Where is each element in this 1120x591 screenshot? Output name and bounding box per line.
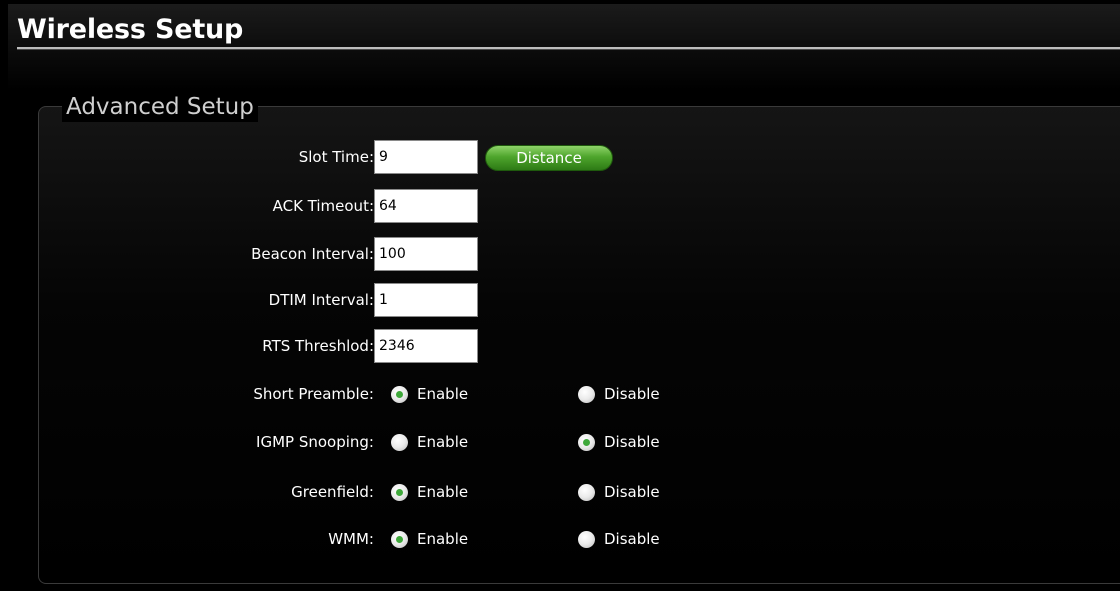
igmp-snooping-row: IGMP Snooping: Enable Disable	[4, 425, 1120, 459]
greenfield-disable-option[interactable]: Disable	[578, 475, 660, 509]
page-title: Wireless Setup	[17, 14, 244, 45]
greenfield-row: Greenfield: Enable Disable	[4, 475, 1120, 509]
short-preamble-label: Short Preamble:	[253, 385, 374, 403]
rts-threshold-row: RTS Threshlod:	[4, 329, 1120, 363]
igmp-snooping-label: IGMP Snooping:	[256, 433, 374, 451]
distance-button[interactable]: Distance	[485, 145, 613, 171]
wmm-label: WMM:	[328, 530, 374, 548]
greenfield-disable-label: Disable	[604, 483, 660, 501]
beacon-interval-row: Beacon Interval:	[4, 237, 1120, 271]
ack-timeout-input[interactable]	[374, 189, 478, 223]
short-preamble-enable-radio[interactable]	[391, 385, 408, 403]
igmp-snooping-enable-label: Enable	[417, 433, 469, 451]
wmm-disable-radio[interactable]	[578, 530, 595, 548]
igmp-snooping-disable-radio[interactable]	[578, 433, 595, 451]
page-container: Wireless Setup Advanced Setup Slot Time:…	[4, 4, 1120, 591]
dtim-interval-input[interactable]	[374, 283, 478, 317]
ack-timeout-row: ACK Timeout:	[4, 189, 1120, 223]
slot-time-row: Slot Time: Distance	[4, 140, 1120, 174]
dtim-interval-label: DTIM Interval:	[268, 291, 374, 309]
short-preamble-disable-radio[interactable]	[578, 385, 595, 403]
wmm-enable-label: Enable	[417, 530, 469, 548]
wmm-enable-option[interactable]: Enable	[391, 522, 468, 556]
dtim-interval-row: DTIM Interval:	[4, 283, 1120, 317]
title-divider-shadow	[17, 49, 1120, 50]
slot-time-label: Slot Time:	[298, 148, 374, 166]
advanced-setup-legend: Advanced Setup	[62, 92, 258, 122]
igmp-snooping-enable-radio[interactable]	[391, 433, 408, 451]
beacon-interval-label: Beacon Interval:	[251, 245, 374, 263]
greenfield-label: Greenfield:	[291, 483, 374, 501]
short-preamble-row: Short Preamble: Enable Disable	[4, 377, 1120, 411]
greenfield-enable-option[interactable]: Enable	[391, 475, 468, 509]
wmm-enable-radio[interactable]	[391, 530, 408, 548]
ack-timeout-label: ACK Timeout:	[272, 197, 374, 215]
wmm-row: WMM: Enable Disable	[4, 522, 1120, 556]
short-preamble-disable-label: Disable	[604, 385, 660, 403]
rts-threshold-label: RTS Threshlod:	[262, 337, 374, 355]
beacon-interval-input[interactable]	[374, 237, 478, 271]
short-preamble-disable-option[interactable]: Disable	[578, 377, 660, 411]
wmm-disable-option[interactable]: Disable	[578, 522, 660, 556]
igmp-snooping-disable-label: Disable	[604, 433, 660, 451]
short-preamble-enable-label: Enable	[417, 385, 469, 403]
igmp-snooping-disable-option[interactable]: Disable	[578, 425, 660, 459]
greenfield-enable-label: Enable	[417, 483, 469, 501]
slot-time-input[interactable]	[374, 140, 478, 174]
greenfield-disable-radio[interactable]	[578, 483, 595, 501]
rts-threshold-input[interactable]	[374, 329, 478, 363]
igmp-snooping-enable-option[interactable]: Enable	[391, 425, 468, 459]
short-preamble-enable-option[interactable]: Enable	[391, 377, 468, 411]
wmm-disable-label: Disable	[604, 530, 660, 548]
greenfield-enable-radio[interactable]	[391, 483, 408, 501]
